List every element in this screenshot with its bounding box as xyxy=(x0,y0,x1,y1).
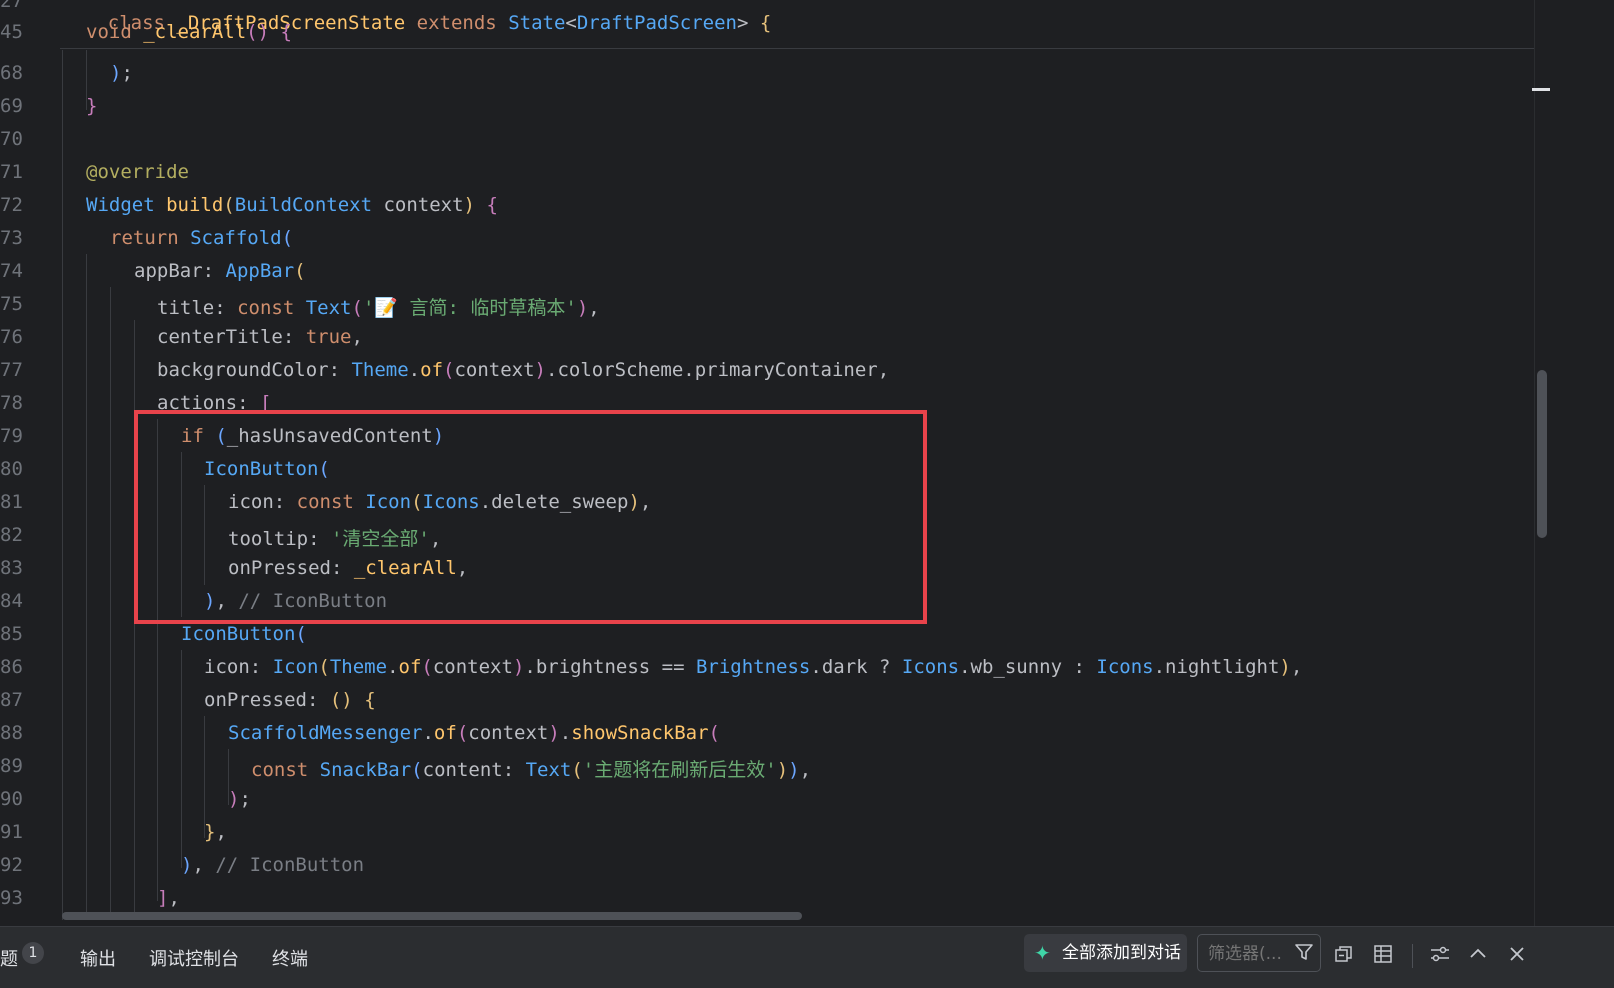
line-number: 90 xyxy=(0,788,23,810)
line-number: 75 xyxy=(0,293,23,315)
line-number: 79 xyxy=(0,425,23,447)
line-number: 45 xyxy=(0,21,23,43)
line-number: 87 xyxy=(0,689,23,711)
code-line[interactable]: ], xyxy=(157,887,180,909)
line-number: 77 xyxy=(0,359,23,381)
code-line[interactable]: ScaffoldMessenger.of(context).showSnackB… xyxy=(228,722,720,744)
indent-guide xyxy=(204,716,205,838)
line-number: 69 xyxy=(0,95,23,117)
line-number: 89 xyxy=(0,755,23,777)
line-number: 93 xyxy=(0,887,23,909)
toolbar-separator xyxy=(1412,944,1413,968)
indent-guide xyxy=(86,254,87,920)
add-all-label: 全部添加到对话 xyxy=(1062,943,1181,963)
line-number: 73 xyxy=(0,227,23,249)
code-line[interactable]: } xyxy=(86,95,97,117)
cursor-position-marker xyxy=(1532,88,1550,91)
line-number: 78 xyxy=(0,392,23,414)
code-line[interactable]: onPressed: () { xyxy=(204,689,376,711)
line-number: 86 xyxy=(0,656,23,678)
highlight-annotation-box xyxy=(134,410,927,624)
tab-label: 调试控制台 xyxy=(149,949,239,970)
tab-label: 题 xyxy=(0,949,18,970)
line-number: 88 xyxy=(0,722,23,744)
settings-sliders-icon[interactable] xyxy=(1429,944,1451,968)
line-number: 85 xyxy=(0,623,23,645)
line-number: 71 xyxy=(0,161,23,183)
code-line[interactable]: }, xyxy=(204,821,227,843)
line-number: 91 xyxy=(0,821,23,843)
line-number: 72 xyxy=(0,194,23,216)
bottom-panel: 题 1 输出 调试控制台 终端 ✦ 全部添加到对话 xyxy=(0,926,1614,988)
code-line[interactable]: ); xyxy=(110,62,133,84)
line-number: 70 xyxy=(0,128,23,150)
collapse-all-icon[interactable] xyxy=(1334,944,1354,968)
filter-icon[interactable] xyxy=(1294,942,1314,966)
code-line[interactable]: centerTitle: true, xyxy=(157,326,363,348)
tab-label: 终端 xyxy=(272,949,308,970)
code-line[interactable]: title: const Text('📝 言简: 临时草稿本'), xyxy=(157,293,600,320)
code-line[interactable]: ); xyxy=(228,788,251,810)
filter-input[interactable] xyxy=(1206,941,1294,967)
horizontal-scrollbar[interactable] xyxy=(62,912,802,920)
line-number: 27 xyxy=(0,0,23,12)
close-icon[interactable] xyxy=(1507,944,1527,968)
code-line[interactable]: void _clearAll() { xyxy=(86,21,292,43)
tab-debug-console[interactable]: 调试控制台 xyxy=(149,945,239,971)
line-number: 74 xyxy=(0,260,23,282)
line-number: 68 xyxy=(0,62,23,84)
code-line[interactable]: appBar: AppBar( xyxy=(134,260,306,282)
sticky-separator xyxy=(60,48,1534,49)
indent-guide xyxy=(110,287,111,920)
indent-guide xyxy=(181,650,182,868)
line-number: 84 xyxy=(0,590,23,612)
filter-box[interactable] xyxy=(1197,934,1321,972)
line-number: 83 xyxy=(0,557,23,579)
line-number: 81 xyxy=(0,491,23,513)
code-line[interactable]: Widget build(BuildContext context) { xyxy=(86,194,498,216)
sparkle-icon: ✦ xyxy=(1034,941,1051,965)
line-number-gutter: 27 45 68 69 70 71 72 73 74 75 76 77 78 7… xyxy=(0,0,60,926)
line-number: 82 xyxy=(0,524,23,546)
code-line[interactable]: IconButton( xyxy=(181,623,307,645)
problems-count-badge: 1 xyxy=(22,942,44,964)
tab-label: 输出 xyxy=(80,949,116,970)
line-number: 80 xyxy=(0,458,23,480)
line-number: 92 xyxy=(0,854,23,876)
tab-terminal[interactable]: 终端 xyxy=(272,945,308,971)
indent-guide xyxy=(62,50,63,920)
vertical-scrollbar[interactable] xyxy=(1537,370,1547,538)
code-editor[interactable]: 27 45 68 69 70 71 72 73 74 75 76 77 78 7… xyxy=(0,0,1534,926)
code-line[interactable]: ), // IconButton xyxy=(181,854,364,876)
code-line[interactable]: const SnackBar(content: Text('主题将在刷新后生效'… xyxy=(251,755,811,782)
chevron-up-icon[interactable] xyxy=(1468,944,1488,968)
tab-problems[interactable]: 题 xyxy=(0,945,18,971)
code-line[interactable]: backgroundColor: Theme.of(context).color… xyxy=(157,359,889,381)
table-view-icon[interactable] xyxy=(1373,944,1393,968)
code-line[interactable]: return Scaffold( xyxy=(110,227,293,249)
tab-output[interactable]: 输出 xyxy=(80,945,116,971)
code-line[interactable]: icon: Icon(Theme.of(context).brightness … xyxy=(204,656,1302,678)
line-number: 76 xyxy=(0,326,23,348)
code-line[interactable]: @override xyxy=(86,161,189,183)
add-all-to-chat-button[interactable]: ✦ 全部添加到对话 xyxy=(1024,934,1187,972)
